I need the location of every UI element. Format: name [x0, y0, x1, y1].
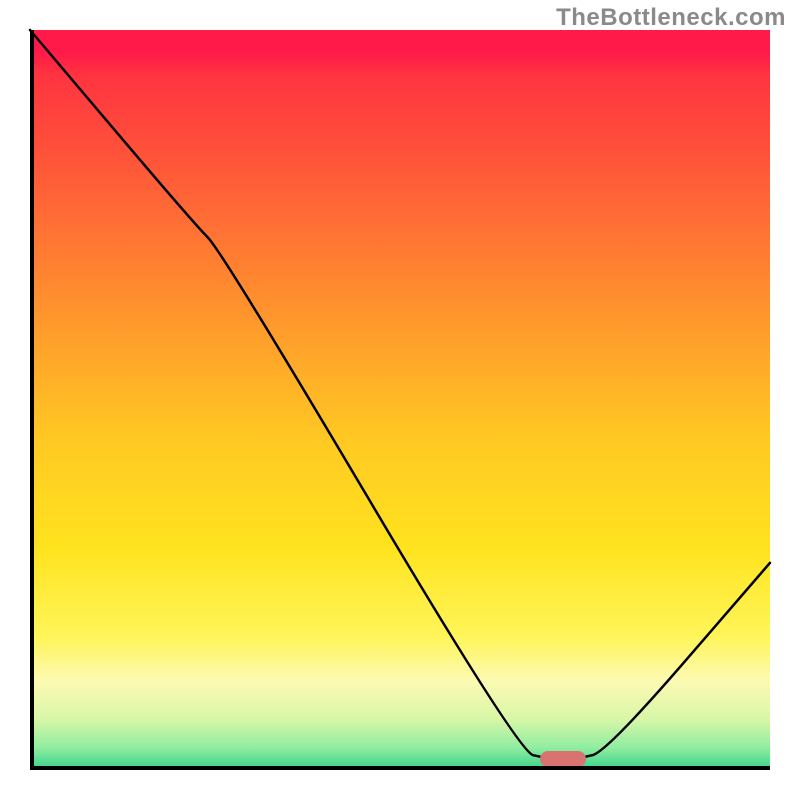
watermark-label: TheBottleneck.com [556, 4, 786, 32]
chart-stage: TheBottleneck.com [0, 0, 800, 800]
bottleneck-curve [30, 30, 770, 770]
optimal-marker [540, 751, 586, 767]
curve-path [30, 30, 770, 759]
plot-area [30, 30, 770, 770]
